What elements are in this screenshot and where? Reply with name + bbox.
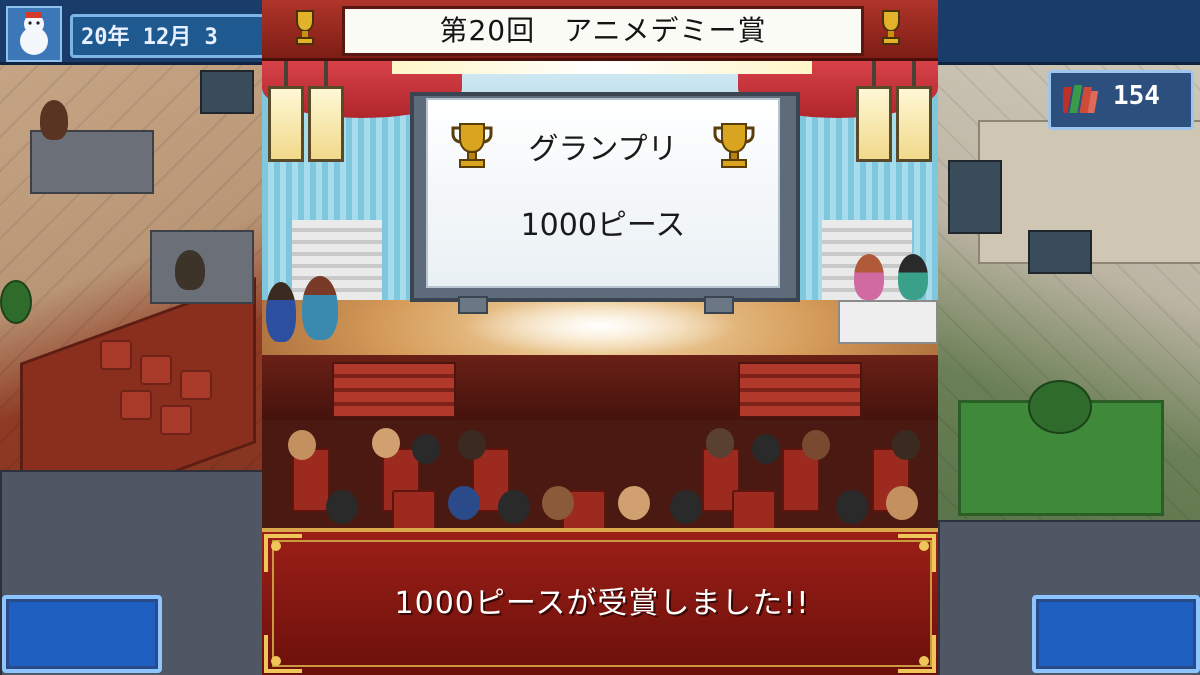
hanging-lamp: [268, 86, 304, 162]
audience-member: [802, 430, 830, 460]
audience-member: [618, 486, 650, 520]
theater-seat: [180, 370, 212, 400]
lamp-chain: [284, 58, 288, 88]
theater-seat: [140, 355, 172, 385]
dialog-message: 1000ピースが受賞しました!!: [394, 586, 810, 621]
stage-steps-right: [738, 362, 862, 418]
screen-stand: [458, 296, 488, 314]
ceremony-title-bar: 第20回 アニメデミー賞: [262, 0, 938, 61]
trophy-icon: [292, 8, 318, 48]
hud-top-bar-right: [938, 0, 1200, 65]
audience-member: [892, 430, 920, 460]
lamp-chain: [872, 58, 876, 88]
presenter-host: [266, 282, 296, 342]
audience-member: [458, 430, 486, 460]
theater-seat: [120, 390, 152, 420]
theater-seat: [160, 405, 192, 435]
ornament-corner-icon: [896, 633, 936, 673]
hanging-lamp: [856, 86, 892, 162]
menu-button-right[interactable]: [1032, 595, 1200, 673]
screen-stand: [704, 296, 734, 314]
ceremony-title: 第20回 アニメデミー賞: [439, 14, 767, 47]
theater-seat: [100, 340, 132, 370]
trophy-icon: [878, 8, 904, 48]
menu-button-left[interactable]: [2, 595, 162, 673]
computer-monitor: [200, 70, 254, 114]
message-dialog[interactable]: 1000ピースが受賞しました!!: [262, 528, 938, 675]
film-equipment: [1028, 230, 1092, 274]
judge-man: [898, 254, 928, 300]
staff-person: [40, 100, 68, 140]
audience-member: [706, 428, 734, 458]
research-books-icon: [1059, 81, 1103, 115]
award-category: グランプリ: [528, 132, 678, 167]
audience-member: [448, 486, 480, 520]
judges-table: [838, 300, 938, 344]
potted-plant: [0, 280, 32, 324]
audience-member: [498, 490, 530, 524]
hanging-lamp: [896, 86, 932, 162]
research-points-counter[interactable]: 154: [1048, 70, 1194, 130]
date-display: 20年 12月 3: [70, 14, 276, 58]
date-text: 20年 12月 3: [81, 25, 218, 50]
snowman-icon: [6, 6, 62, 62]
ceremony-title-plate: 第20回 アニメデミー賞: [342, 6, 864, 56]
stage-steps-left: [332, 362, 456, 418]
film-equipment: [948, 160, 1002, 234]
winning-title: 1000ピース: [520, 208, 686, 243]
audience-member: [836, 490, 868, 524]
audience-member: [542, 486, 574, 520]
hanging-lamp: [308, 86, 344, 162]
presenter-actress: [302, 276, 338, 340]
audience-member: [752, 434, 780, 464]
ornament-corner-icon: [264, 633, 304, 673]
award-ceremony-panel[interactable]: グランプリ 1000ピース 第20回 アニメデミー賞 1000ピースが受賞しまし…: [262, 0, 938, 675]
lamp-chain: [324, 58, 328, 88]
judge-woman: [854, 254, 884, 300]
audience-member: [372, 428, 400, 458]
ornament-corner-icon: [896, 534, 936, 574]
spotlight-glow: [462, 296, 738, 356]
research-points-value: 154: [1113, 81, 1160, 111]
award-screen: グランプリ 1000ピース: [426, 98, 780, 288]
hud-top-bar-left: 20年 12月 3: [0, 0, 276, 65]
audience-member: [326, 490, 358, 524]
dialog-frame: 1000ピースが受賞しました!!: [272, 540, 932, 667]
audience-member: [412, 434, 440, 464]
office-scene-left[interactable]: [0, 0, 262, 675]
topiary-plant: [1028, 380, 1092, 434]
audience-area: [262, 420, 938, 544]
audience-member: [288, 430, 316, 460]
lamp-chain: [912, 58, 916, 88]
audience-member: [670, 490, 702, 524]
audience-member: [886, 486, 918, 520]
ornament-corner-icon: [264, 534, 304, 574]
staff-person: [175, 250, 205, 290]
